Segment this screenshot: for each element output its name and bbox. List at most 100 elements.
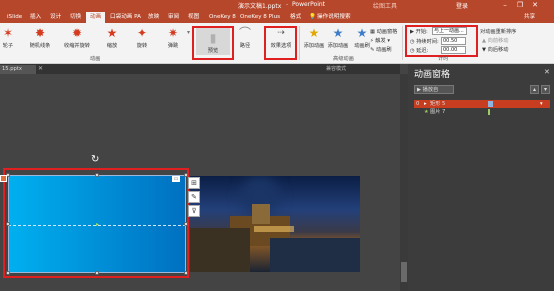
item-number: 0 [416,101,420,107]
pane-star-icon: ★ [332,26,344,40]
highlight-preview [192,26,234,60]
photo-building [252,204,270,224]
separator [299,26,300,60]
tab-onekey8plus[interactable]: OneKey 8 Plus [240,12,280,23]
group-label-advanced: 高级动画 [333,56,354,62]
mouse-icon: ▸ [424,101,427,107]
group-label-animation: 动画 [90,56,101,62]
animation-pane-button[interactable]: ▦ 动画窗格 [370,28,397,35]
window-title: 演示文稿1.pptx [238,3,282,10]
timing-bar[interactable] [488,101,493,107]
effect-shrink-turn[interactable]: ✹ 收缩并旋转 [62,26,92,49]
animation-brush-button[interactable]: ✎ 动画刷 [370,46,392,53]
tab-onekey8[interactable]: OneKey 8 [209,12,236,23]
zoom-star-icon: ★ [106,26,118,40]
wheel-star-icon: ✶ [2,26,14,40]
resize-handle[interactable] [95,271,99,275]
restore-icon[interactable]: ❐ [513,0,527,11]
close-doc-icon[interactable]: ✕ [38,65,43,72]
layout-tool-icon[interactable]: ⊞ [188,177,200,189]
compat-mode-label: 兼容模式 [326,66,347,72]
tab-design[interactable]: 设计 [50,12,61,23]
path-icon: ★ [424,109,429,115]
photo-hill [190,228,250,272]
item-dropdown-icon[interactable]: ▾ [540,100,543,108]
scrollbar-thumb[interactable] [401,262,407,282]
tell-me-search[interactable]: 操作说明搜索 [317,12,351,23]
brush-tool-icon[interactable]: ✎ [188,191,200,203]
brush-label: 动画刷 [376,47,392,53]
move-earlier-label: 向前移动 [487,38,509,44]
resize-handle[interactable] [184,222,188,226]
effect-wheel[interactable]: ✶ 轮子 [0,26,20,49]
ribbon-tabs: iSlide 插入 设计 切换 动画 口袋动画 PA 放映 审阅 视图 OneK… [0,11,554,23]
tab-pocket-animation[interactable]: 口袋动画 PA [110,12,141,23]
effect-bounce[interactable]: ✷ 弹跳 [161,26,185,49]
timing-bar[interactable] [488,109,490,115]
animation-tag-icon[interactable] [0,175,7,182]
share-button[interactable]: 共享 [524,12,535,23]
signin-link[interactable]: 登录 [456,1,468,10]
contextual-tab-title: 绘图工具 [373,3,398,10]
move-up-icon[interactable]: ▴ [530,85,539,94]
resize-handle[interactable] [95,173,99,177]
effect-random-bars[interactable]: ✸ 随机线条 [28,26,52,49]
item-label: 图片 7 [430,109,446,115]
document-tab[interactable]: 15.pptx [0,65,36,74]
effect-zoom[interactable]: ★ 缩放 [100,26,124,49]
close-icon[interactable]: ✕ [528,0,542,11]
add-animation-label: 添加动画 [303,43,325,49]
animation-pane-label: 动画窗格 [376,29,398,35]
group-label-timing: 计时 [438,56,449,62]
tab-format[interactable]: 格式 [290,12,301,23]
brush-large-label: 动画刷 [354,43,370,49]
animation-pane-large[interactable]: ★ 添加动画 [326,26,350,49]
vertical-scrollbar[interactable] [400,74,408,291]
move-later-button[interactable]: ▼ 向后移动 [482,46,508,53]
play-label: 播放自 [422,87,439,93]
move-earlier-button[interactable]: ▲ 向前移动 [482,37,508,44]
resize-handle[interactable] [184,271,188,275]
tab-view[interactable]: 视图 [188,12,199,23]
trigger-button[interactable]: ⚡ 触发 ▾ [370,37,390,44]
add-animation-button[interactable]: ★ 添加动画 [302,26,326,49]
minimize-icon[interactable]: – [498,0,512,11]
tab-insert[interactable]: 插入 [30,12,41,23]
effect-label: 收缩并旋转 [64,43,90,49]
play-from-button[interactable]: ▶ 播放自 [414,85,454,94]
item-label: 矩形 5 [430,101,446,107]
highlight-timing [405,25,478,57]
tab-animations[interactable]: 动画 [86,12,106,23]
document-tab-strip: 15.pptx ✕ 兼容模式 [0,64,400,74]
animation-item[interactable]: ★ 图片 7 [414,108,550,116]
effect-path[interactable]: ⌒ 路径 [233,26,257,49]
city-night-photo[interactable] [190,176,360,272]
tab-slideshow[interactable]: 放映 [148,12,159,23]
shrink-turn-star-icon: ✹ [71,26,83,40]
tab-transitions[interactable]: 切换 [70,12,81,23]
move-down-icon[interactable]: ▾ [541,85,550,94]
effect-label: 缩放 [106,43,118,49]
effect-label: 旋转 [136,43,148,49]
rotate-handle-icon[interactable]: ↻ [91,154,99,165]
gallery-scroll-icon[interactable]: ▾ [187,29,190,36]
photo-harbor [270,238,360,272]
effect-label: 轮子 [2,43,14,49]
brush-star-icon: ★ [356,26,368,40]
filter-tool-icon[interactable]: ⊽ [188,205,200,217]
pane-large-label: 添加动画 [327,43,349,49]
tab-islide[interactable]: iSlide [7,12,22,23]
effect-swivel[interactable]: ✦ 旋转 [130,26,154,49]
resize-handle[interactable] [6,271,10,275]
animation-pane: 动画窗格 ✕ ▶ 播放自 ▴ ▾ 0 ▸ 矩形 5 ▾ ★ 图片 7 [408,64,554,291]
ribbon: ✶ 轮子 ✸ 随机线条 ✹ 收缩并旋转 ★ 缩放 ✦ 旋转 ✷ 弹跳 ▾ ▮ 预览 ⌒ 路径 ⇢… [0,23,554,64]
app-name: PowerPoint [292,1,326,8]
layout-options-icon[interactable]: ▭ [172,176,180,182]
resize-handle[interactable] [6,222,10,226]
tab-review[interactable]: 审阅 [168,12,179,23]
animation-item[interactable]: 0 ▸ 矩形 5 ▾ [414,100,550,108]
pane-close-icon[interactable]: ✕ [544,68,550,76]
random-bars-star-icon: ✸ [34,26,46,40]
reorder-title: 对动画重新排序 [480,29,517,35]
swivel-star-icon: ✦ [136,26,148,40]
